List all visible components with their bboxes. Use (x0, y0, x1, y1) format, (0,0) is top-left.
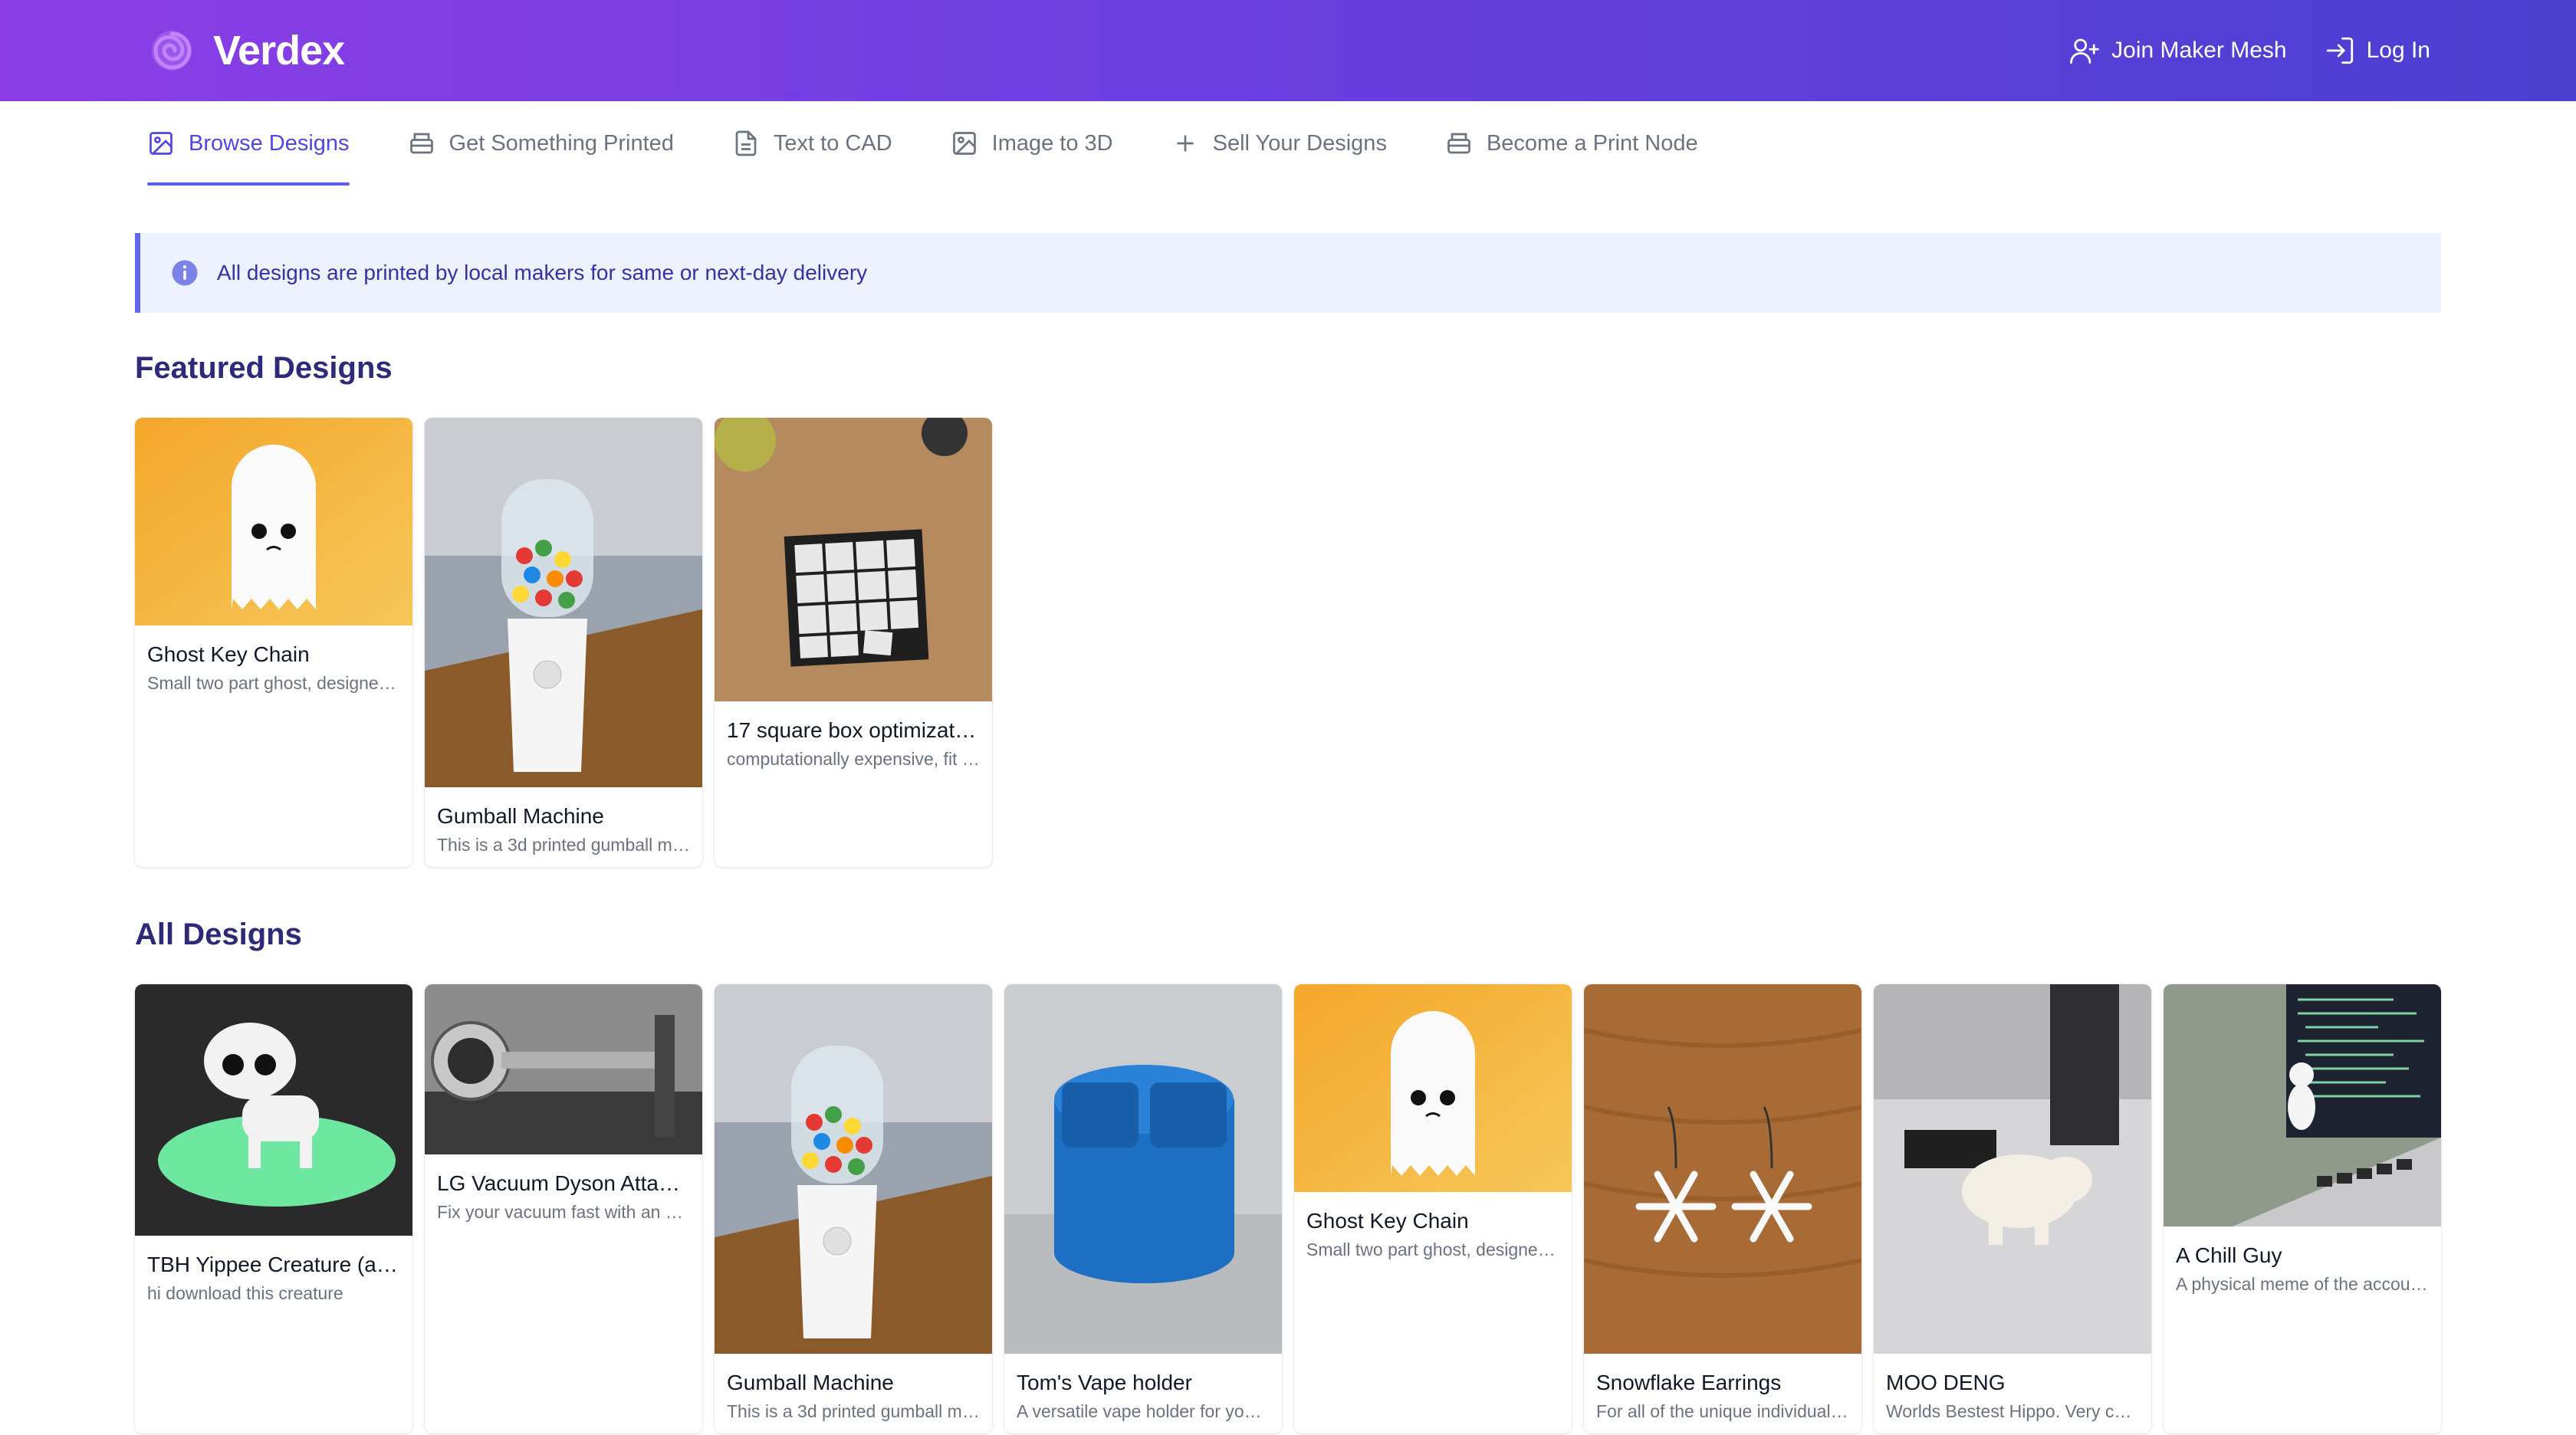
design-description: Small two part ghost, designed to be a k… (147, 673, 400, 693)
design-title: LG Vacuum Dyson Attachment (437, 1171, 690, 1195)
design-image (715, 984, 992, 1354)
design-card[interactable]: Snowflake Earrings For all of the unique… (1584, 984, 1861, 1433)
design-image (425, 418, 702, 787)
featured-row: Ghost Key Chain Small two part ghost, de… (135, 418, 1004, 867)
design-image (2164, 984, 2441, 1226)
image-icon (150, 132, 172, 155)
design-title: Gumball Machine (727, 1371, 894, 1394)
brand-name: Verdex (213, 28, 345, 74)
log-in-icon (2326, 37, 2353, 64)
design-title: Ghost Key Chain (147, 642, 310, 666)
brand[interactable]: Verdex (147, 21, 345, 80)
design-image (1294, 984, 1572, 1192)
design-card[interactable]: Tom's Vape holder A versatile vape holde… (1004, 984, 1282, 1433)
design-description: Worlds Bestest Hippo. Very cute and smal… (1886, 1401, 2139, 1421)
tab-label: Image to 3D (991, 130, 1113, 156)
plus-icon (1177, 135, 1194, 152)
design-title: Tom's Vape holder (1017, 1371, 1192, 1394)
all-designs-row: TBH Yippee Creature (autism creature) hi… (135, 984, 2441, 1433)
design-image (135, 984, 412, 1236)
design-image (715, 418, 992, 701)
design-title: Ghost Key Chain (1306, 1209, 1469, 1233)
design-description: hi download this creature (147, 1283, 343, 1303)
tab-label: Get Something Printed (449, 130, 674, 156)
design-title: TBH Yippee Creature (autism creature) (147, 1253, 400, 1276)
design-card[interactable]: MOO DENG Worlds Bestest Hippo. Very cute… (1874, 984, 2151, 1433)
tab-label: Browse Designs (189, 130, 350, 156)
design-description: A physical meme of the account chill guy (2176, 1274, 2429, 1294)
design-card[interactable]: A Chill Guy A physical meme of the accou… (2164, 984, 2441, 1433)
tab-label: Become a Print Node (1486, 130, 1698, 156)
design-description: This is a 3d printed gumball machine (727, 1401, 980, 1421)
spiral-logo-icon (152, 31, 192, 71)
design-description: Small two part ghost, designed to be a k… (1306, 1240, 1559, 1259)
tab-label: Sell Your Designs (1212, 130, 1387, 156)
design-description: computationally expensive, fit 17 square… (727, 749, 980, 769)
design-description: Fix your vacuum fast with an adapter (437, 1202, 690, 1222)
printer-icon (409, 133, 433, 154)
file-text-icon (735, 130, 757, 156)
nav-tabs: Browse Designs Get Something Printed Tex… (135, 101, 1744, 186)
design-title: MOO DENG (1886, 1371, 2006, 1394)
design-image (1004, 984, 1282, 1354)
top-header: Verdex Join Maker Mesh Log In (0, 0, 2576, 101)
tab-text-to-cad[interactable]: Text to CAD (720, 101, 905, 186)
log-in-label: Log In (2366, 38, 2430, 63)
design-description: For all of the unique individuals out th… (1596, 1401, 1849, 1421)
all-designs-title: All Designs (135, 918, 302, 951)
join-maker-mesh-button[interactable]: Join Maker Mesh (2068, 34, 2287, 67)
tab-get-something-printed[interactable]: Get Something Printed (396, 101, 686, 186)
design-card[interactable]: LG Vacuum Dyson Attachment Fix your vacu… (425, 984, 702, 1433)
design-title: A Chill Guy (2176, 1243, 2282, 1267)
design-title: Gumball Machine (437, 804, 604, 828)
design-card[interactable]: 17 square box optimization computational… (715, 418, 992, 867)
tab-browse-designs[interactable]: Browse Designs (135, 101, 362, 186)
design-description: This is a 3d printed gumball machine (437, 835, 690, 855)
design-title: Snowflake Earrings (1596, 1371, 1782, 1394)
design-title: 17 square box optimization (727, 718, 980, 742)
info-banner: All designs are printed by local makers … (135, 233, 2441, 313)
info-icon (172, 260, 198, 286)
tab-sell-your-designs[interactable]: Sell Your Designs (1159, 101, 1399, 186)
design-card[interactable]: Ghost Key Chain Small two part ghost, de… (1294, 984, 1572, 1433)
design-card[interactable]: Gumball Machine This is a 3d printed gum… (715, 984, 992, 1433)
design-image (425, 984, 702, 1154)
design-card[interactable]: Ghost Key Chain Small two part ghost, de… (135, 418, 412, 867)
design-image (1874, 984, 2151, 1354)
design-description: A versatile vape holder for your desk (1017, 1401, 1270, 1421)
design-card[interactable]: TBH Yippee Creature (autism creature) hi… (135, 984, 412, 1433)
design-image (1584, 984, 1861, 1354)
printer-icon (1447, 133, 1470, 154)
tab-label: Text to CAD (773, 130, 892, 156)
image-icon (952, 132, 976, 155)
design-card[interactable]: Gumball Machine This is a 3d printed gum… (425, 418, 702, 867)
join-label: Join Maker Mesh (2111, 38, 2287, 63)
banner-text: All designs are printed by local makers … (217, 261, 868, 284)
featured-title: Featured Designs (135, 351, 393, 385)
tab-image-to-3d[interactable]: Image to 3D (938, 101, 1125, 186)
log-in-button[interactable]: Log In (2324, 34, 2430, 67)
user-plus-icon (2070, 38, 2100, 64)
design-image (135, 418, 412, 626)
tab-become-a-print-node[interactable]: Become a Print Node (1433, 101, 1710, 186)
